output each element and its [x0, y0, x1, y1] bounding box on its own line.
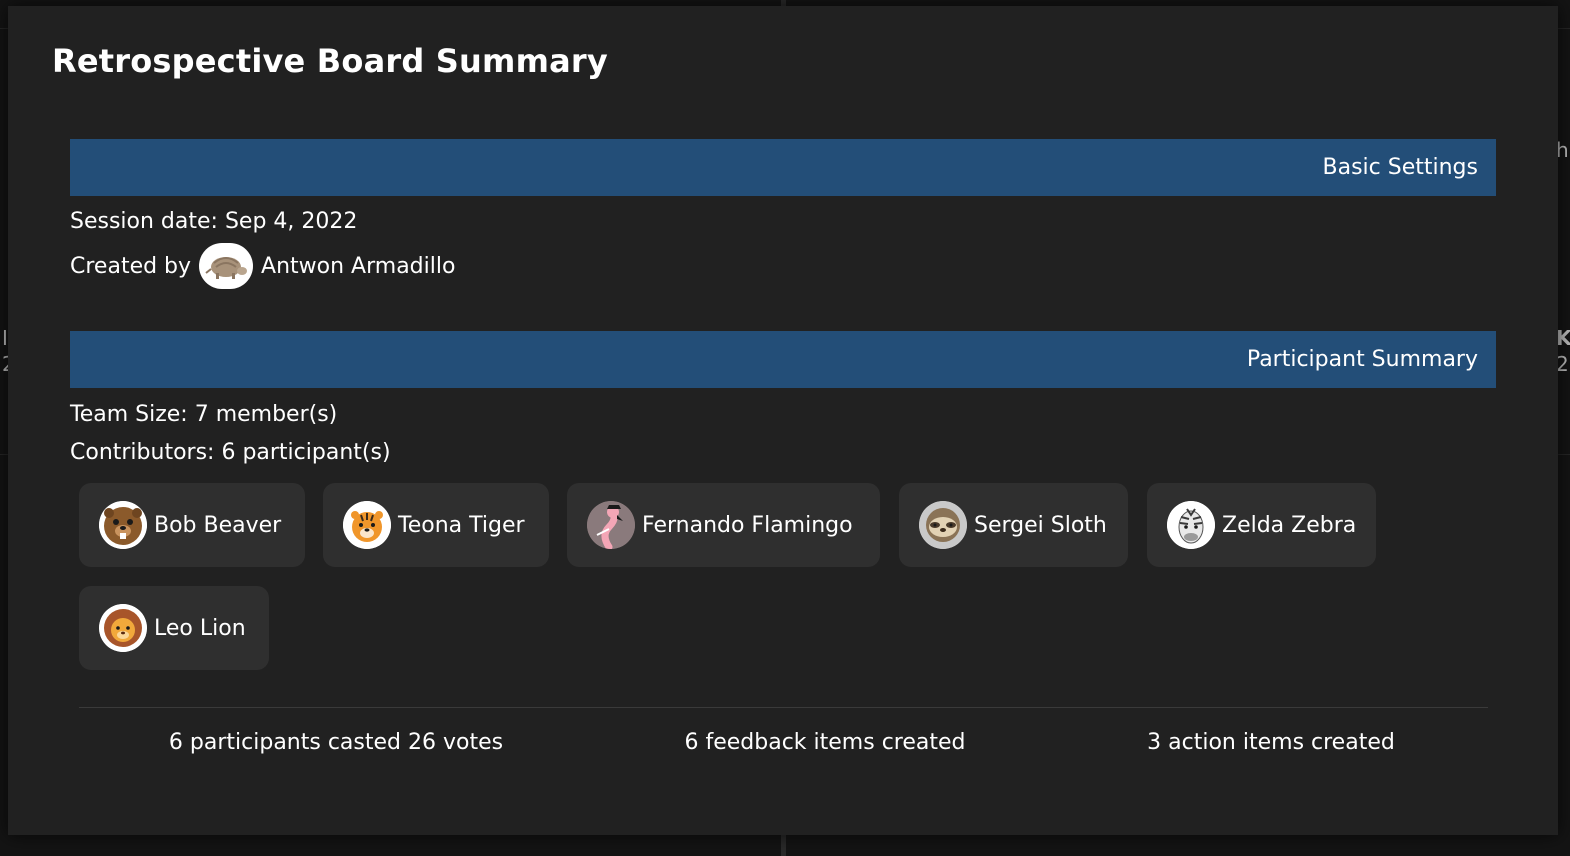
armadillo-icon — [199, 243, 254, 289]
lion-icon — [99, 604, 147, 652]
participant-name: Sergei Sloth — [974, 512, 1107, 538]
beaver-icon — [99, 501, 147, 549]
dialog-title: Retrospective Board Summary — [52, 42, 608, 80]
participant-name: Bob Beaver — [154, 512, 282, 538]
flamingo-icon — [587, 501, 635, 549]
section-header-label: Participant Summary — [1246, 347, 1478, 372]
section-header-basic-settings: Basic Settings — [70, 139, 1496, 196]
sloth-icon — [919, 501, 967, 549]
background-text-fragment: K — [1556, 326, 1570, 350]
contributors-count: Contributors: 6 participant(s) — [70, 440, 391, 465]
background-text-fragment: 2( — [1556, 352, 1570, 376]
participant-chip: Zelda Zebra — [1147, 483, 1376, 567]
zebra-icon — [1167, 501, 1215, 549]
participant-name: Fernando Flamingo — [642, 512, 853, 538]
section-header-label: Basic Settings — [1322, 155, 1478, 180]
participant-chip: Leo Lion — [79, 586, 269, 670]
created-by-row: Created by Antwon Armadillo — [70, 243, 455, 289]
votes-stat: 6 participants casted 26 votes — [168, 730, 504, 755]
action-items-stat: 3 action items created — [1147, 730, 1395, 755]
creator-name: Antwon Armadillo — [261, 253, 456, 279]
participant-chip: Teona Tiger — [323, 483, 549, 567]
participant-chip: Bob Beaver — [79, 483, 305, 567]
retrospective-summary-dialog: Retrospective Board Summary Basic Settin… — [8, 6, 1558, 835]
participant-name: Zelda Zebra — [1222, 512, 1357, 538]
participant-name: Teona Tiger — [398, 512, 525, 538]
summary-stats: 6 participants casted 26 votes 6 feedbac… — [79, 730, 1488, 764]
created-by-label: Created by — [70, 253, 192, 279]
participant-chip: Fernando Flamingo — [567, 483, 880, 567]
feedback-stat: 6 feedback items created — [684, 730, 966, 755]
tiger-icon — [343, 501, 391, 549]
participant-chip: Sergei Sloth — [899, 483, 1128, 567]
team-size: Team Size: 7 member(s) — [70, 402, 338, 427]
stats-separator — [79, 707, 1488, 708]
section-header-participant-summary: Participant Summary — [70, 331, 1496, 388]
session-date: Session date: Sep 4, 2022 — [70, 209, 358, 234]
participant-name: Leo Lion — [154, 615, 246, 641]
